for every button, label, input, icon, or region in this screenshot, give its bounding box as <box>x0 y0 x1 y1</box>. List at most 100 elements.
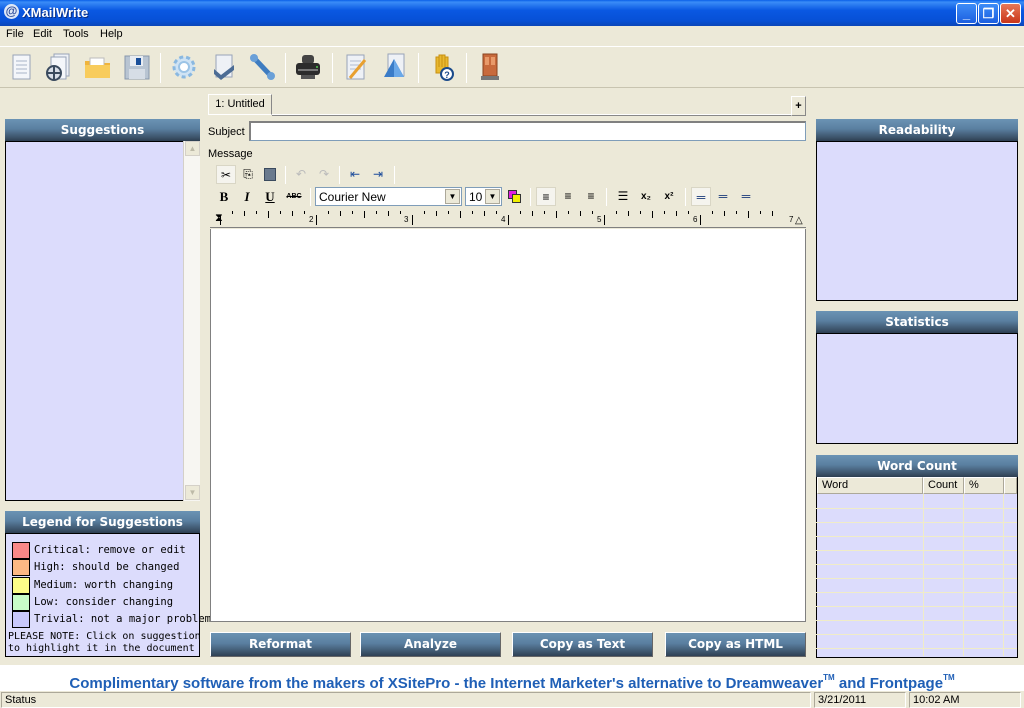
ruler-tick <box>436 211 437 216</box>
indent-button[interactable]: ⇥ <box>368 165 388 184</box>
suggestions-scrollbar[interactable]: ▲ ▼ <box>183 141 200 501</box>
copy-as-text-button[interactable]: Copy as Text <box>512 632 653 657</box>
subject-input[interactable] <box>249 121 806 141</box>
color-palette-icon-back <box>512 194 521 203</box>
menu-file[interactable]: File <box>6 28 24 40</box>
paste-button[interactable] <box>260 165 280 184</box>
bullet-list-button[interactable]: ☰ <box>613 187 633 206</box>
menu-help[interactable]: Help <box>100 28 123 40</box>
superscript-button[interactable]: x² <box>659 187 679 206</box>
ruler-tick <box>736 211 737 214</box>
font-size-select[interactable]: 10 ▼ <box>465 187 502 206</box>
edit-document-button[interactable] <box>340 51 372 83</box>
column-header-percent[interactable]: % <box>964 477 1004 494</box>
format-separator <box>339 166 340 184</box>
legend-swatch-low <box>12 594 30 611</box>
legend-note-line2: to highlight it in the document <box>8 643 195 654</box>
ruler-tick <box>496 211 497 214</box>
copy-as-html-button[interactable]: Copy as HTML <box>665 632 806 657</box>
toolbar-separator <box>160 53 161 83</box>
grid-line <box>816 634 1017 635</box>
align-center-button[interactable]: ≡ <box>558 187 578 206</box>
paste-icon <box>264 168 276 181</box>
add-tab-button[interactable]: + <box>791 96 806 116</box>
strikethrough-button[interactable]: ABC <box>284 187 304 206</box>
ruler-tick <box>316 215 317 225</box>
align-left-icon: ≡ <box>542 190 550 204</box>
undo-button[interactable]: ↶ <box>291 165 311 184</box>
align-left-button[interactable]: ≡ <box>536 187 556 206</box>
tools-button[interactable] <box>246 51 278 83</box>
exit-button[interactable] <box>474 51 506 83</box>
window-title: XMailWrite <box>22 5 89 20</box>
scroll-down-button[interactable]: ▼ <box>185 485 200 500</box>
column-header-count[interactable]: Count <box>923 477 964 494</box>
status-time: 10:02 AM <box>909 692 1021 708</box>
format-separator <box>606 188 607 206</box>
align-right-button[interactable]: ≡ <box>581 187 601 206</box>
legend-header: Legend for Suggestions <box>5 511 200 533</box>
message-editor[interactable] <box>210 229 806 622</box>
column-header-word[interactable]: Word <box>817 477 923 494</box>
analyze-button[interactable]: Analyze <box>360 632 501 657</box>
word-count-table[interactable] <box>816 477 1018 658</box>
open-folder-button[interactable] <box>82 51 114 83</box>
ruler-tick <box>412 215 413 225</box>
ruler-tick <box>556 211 557 218</box>
redo-button[interactable]: ↷ <box>314 165 334 184</box>
tab-untitled[interactable]: 1: Untitled <box>208 94 272 115</box>
ruler-tick <box>472 211 473 214</box>
promo-banner[interactable]: Complimentary software from the makers o… <box>0 665 1024 692</box>
document-shape-button[interactable] <box>378 51 410 83</box>
open-template-button[interactable] <box>42 51 74 83</box>
tab-strip <box>272 114 792 116</box>
double-spacing-button[interactable]: ═ <box>736 187 756 206</box>
menu-tools[interactable]: Tools <box>63 28 89 40</box>
restore-button[interactable]: ❐ <box>978 3 999 24</box>
ruler[interactable]: ⧗ △ 2 3 4 5 6 7 <box>210 209 806 228</box>
print-button[interactable] <box>292 51 324 83</box>
save-button[interactable] <box>121 51 153 83</box>
right-indent-marker[interactable]: △ <box>795 215 803 226</box>
check-document-button[interactable] <box>208 51 240 83</box>
reformat-button[interactable]: Reformat <box>210 632 351 657</box>
ruler-tick <box>232 211 233 214</box>
italic-button[interactable]: I <box>237 187 257 206</box>
ruler-tick <box>280 211 281 214</box>
bullet-list-icon: ☰ <box>617 189 629 203</box>
color-button[interactable] <box>505 187 525 206</box>
close-button[interactable]: ✕ <box>1000 3 1021 24</box>
ruler-tick <box>592 211 593 214</box>
legend-swatch-medium <box>12 577 30 594</box>
settings-button[interactable] <box>168 51 200 83</box>
minimize-button[interactable]: _ <box>956 3 977 24</box>
chevron-down-icon[interactable]: ▼ <box>485 189 500 204</box>
chevron-down-icon[interactable]: ▼ <box>445 189 460 204</box>
grid-line <box>923 494 924 656</box>
suggestions-header: Suggestions <box>5 119 200 141</box>
readability-panel <box>816 141 1018 301</box>
help-button[interactable]: ? <box>428 51 460 83</box>
ruler-tick <box>508 215 509 225</box>
bold-icon: B <box>219 189 229 204</box>
one-half-spacing-button[interactable]: ═ <box>713 187 733 206</box>
ruler-tick <box>664 211 665 214</box>
suggestions-list[interactable] <box>5 141 184 501</box>
menu-edit[interactable]: Edit <box>33 28 52 40</box>
bold-button[interactable]: B <box>214 187 234 206</box>
edit-document-icon <box>346 54 367 80</box>
new-document-button[interactable] <box>5 51 37 83</box>
font-family-select[interactable]: Courier New ▼ <box>315 187 462 206</box>
subscript-button[interactable]: x₂ <box>636 187 656 206</box>
single-spacing-button[interactable]: ═ <box>691 187 711 206</box>
cut-button[interactable]: ✂ <box>216 165 236 184</box>
outdent-button[interactable]: ⇤ <box>345 165 365 184</box>
ruler-tick <box>388 211 389 216</box>
undo-icon: ↶ <box>295 167 307 181</box>
underline-button[interactable]: U <box>260 187 280 206</box>
copy-button[interactable]: ⎘ <box>238 165 258 184</box>
scroll-up-button[interactable]: ▲ <box>185 141 200 156</box>
subject-label: Subject <box>208 126 245 138</box>
ruler-tick <box>616 211 617 214</box>
ruler-tick <box>772 211 773 216</box>
